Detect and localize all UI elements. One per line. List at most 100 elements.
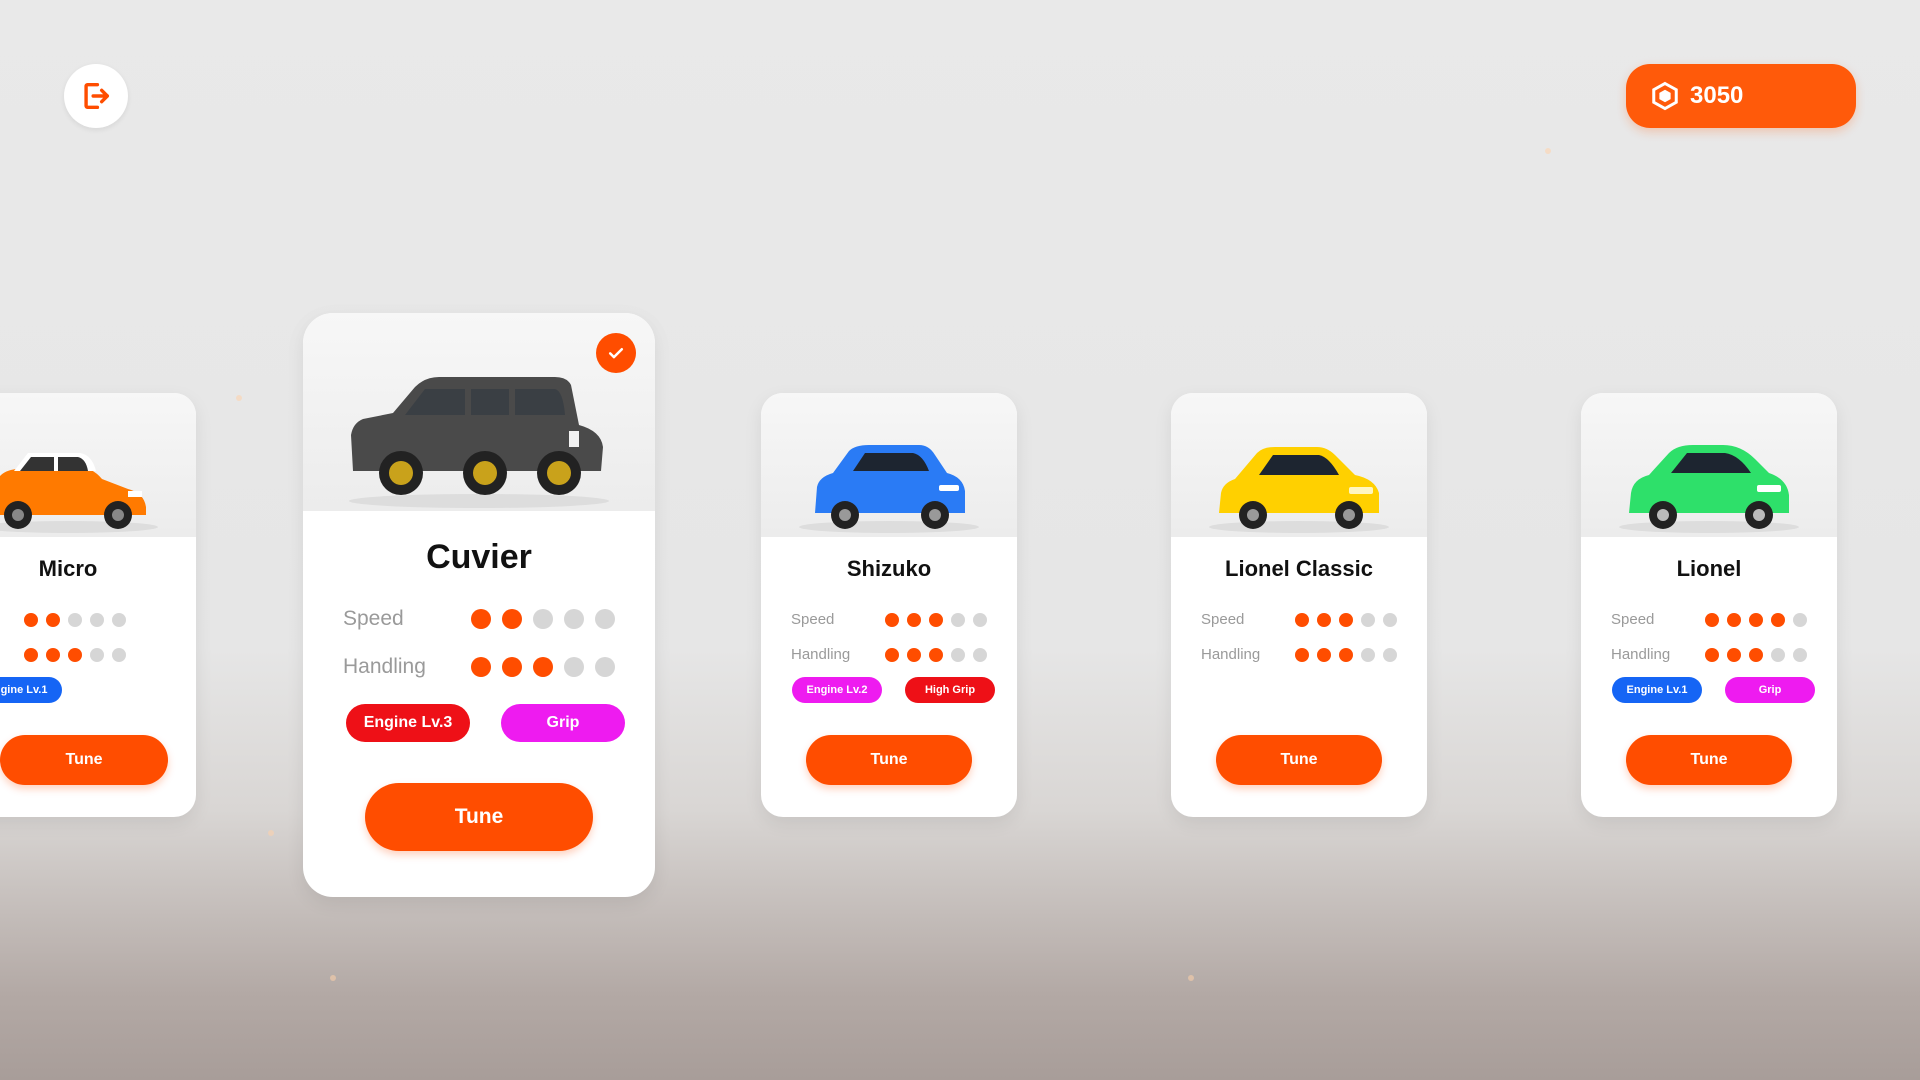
- speed-dot: [1793, 612, 1807, 627]
- selected-check-icon: [596, 333, 636, 373]
- speed-dot: [502, 609, 522, 629]
- handling-dot: [973, 647, 987, 662]
- speed-dot: [595, 609, 615, 629]
- tune-button[interactable]: Tune: [1216, 735, 1382, 785]
- car-name: Lionel: [1676, 556, 1742, 581]
- tag-engine: Engine Lv.1: [0, 677, 62, 703]
- tag-high-grip: High Grip: [905, 677, 995, 703]
- car-image: [349, 377, 609, 508]
- handling-dot: [1771, 647, 1785, 662]
- handling-dots: [1295, 647, 1397, 662]
- handling-dot: [1317, 647, 1331, 662]
- tag-engine: Engine Lv.1: [1612, 677, 1702, 703]
- speed-dot: [1705, 612, 1719, 627]
- speed-dot: [1771, 612, 1785, 627]
- handling-dot: [907, 647, 921, 662]
- speed-dot: [1361, 612, 1375, 627]
- speed-dot: [951, 612, 965, 627]
- speed-row: Speed: [1611, 611, 1807, 628]
- speed-dot: [1317, 612, 1331, 627]
- car-image: [1209, 447, 1389, 533]
- tune-button[interactable]: Tune: [806, 735, 972, 785]
- car-image: [1619, 445, 1799, 533]
- stat-label-handling: Handling: [0, 646, 24, 663]
- car-name: Cuvier: [426, 538, 532, 576]
- handling-dot: [533, 657, 553, 677]
- handling-dot: [90, 647, 104, 662]
- handling-row: Handling: [791, 646, 987, 663]
- stat-label-speed: Speed: [343, 607, 404, 630]
- speed-dot: [929, 612, 943, 627]
- handling-dot: [951, 647, 965, 662]
- tag-grip: Grip: [1725, 677, 1815, 703]
- car-card-shizuko[interactable]: Shizuko Speed Handling Engine Lv.2 High …: [761, 393, 1017, 817]
- speed-dot: [24, 612, 38, 627]
- handling-dots: [24, 647, 126, 662]
- handling-dot: [1705, 647, 1719, 662]
- speed-dot: [533, 609, 553, 629]
- tune-button[interactable]: Tune: [0, 735, 168, 785]
- speed-dot: [973, 612, 987, 627]
- sparkle: [1188, 975, 1194, 981]
- stat-label-speed: Speed: [0, 611, 24, 628]
- handling-dot: [1749, 647, 1763, 662]
- handling-row: Handling: [343, 655, 615, 679]
- speed-dot: [1295, 612, 1309, 627]
- speed-row: Speed: [343, 607, 615, 631]
- handling-dot: [68, 647, 82, 662]
- handling-dot: [502, 657, 522, 677]
- speed-dot: [68, 612, 82, 627]
- handling-row: Handling: [1201, 646, 1397, 663]
- car-name: Micro: [38, 556, 98, 581]
- tag-grip: Grip: [501, 704, 625, 742]
- car-name: Shizuko: [846, 556, 932, 581]
- handling-dot: [1361, 647, 1375, 662]
- car-card-lionel-classic[interactable]: Lionel Classic Speed Handling Tune: [1171, 393, 1427, 817]
- handling-dot: [1295, 647, 1309, 662]
- car-name: Lionel Classic: [1225, 556, 1373, 581]
- speed-dots: [24, 612, 126, 627]
- speed-dot: [471, 609, 491, 629]
- handling-dots: [885, 647, 987, 662]
- car-card-lionel[interactable]: Lionel Speed Handling Engine Lv.1 Grip T…: [1581, 393, 1837, 817]
- stat-label-handling: Handling: [1611, 646, 1671, 663]
- handling-dot: [1383, 647, 1397, 662]
- stat-label-handling: Handling: [1201, 646, 1261, 663]
- handling-dot: [46, 647, 60, 662]
- sparkle: [268, 830, 274, 836]
- sparkle: [330, 975, 336, 981]
- car-thumbnail: [1581, 393, 1837, 537]
- speed-dots: [471, 609, 615, 629]
- tune-button[interactable]: Tune: [1626, 735, 1792, 785]
- handling-dot: [595, 657, 615, 677]
- handling-dot: [112, 647, 126, 662]
- sparkle: [236, 395, 242, 401]
- handling-dot: [1727, 647, 1741, 662]
- speed-dot: [46, 612, 60, 627]
- stat-label-speed: Speed: [1201, 611, 1245, 628]
- car-thumbnail: [1171, 393, 1427, 537]
- speed-dot: [1339, 612, 1353, 627]
- handling-dots: [1705, 647, 1807, 662]
- handling-dot: [1339, 647, 1353, 662]
- speed-dot: [1383, 612, 1397, 627]
- exit-door-icon: [84, 82, 110, 110]
- handling-dot: [885, 647, 899, 662]
- speed-row: Speed: [1201, 611, 1397, 628]
- handling-row: Handling: [0, 646, 126, 663]
- handling-dot: [564, 657, 584, 677]
- speed-dot: [90, 612, 104, 627]
- speed-dot: [907, 612, 921, 627]
- tag-engine: Engine Lv.2: [792, 677, 882, 703]
- tune-button[interactable]: Tune: [365, 783, 593, 851]
- stat-label-speed: Speed: [791, 611, 835, 628]
- exit-button[interactable]: [64, 64, 128, 128]
- stat-label-speed: Speed: [1611, 611, 1655, 628]
- stat-label-handling: Handling: [343, 655, 426, 678]
- handling-dots: [471, 657, 615, 677]
- car-card-cuvier[interactable]: Cuvier Speed Handling Engine Lv.3 Grip T…: [303, 313, 655, 897]
- speed-row: Speed: [791, 611, 987, 628]
- handling-dot: [471, 657, 491, 677]
- car-thumbnail: [0, 393, 196, 537]
- car-card-micro[interactable]: Micro Speed Handling Engine Lv.1 Tune: [0, 393, 196, 817]
